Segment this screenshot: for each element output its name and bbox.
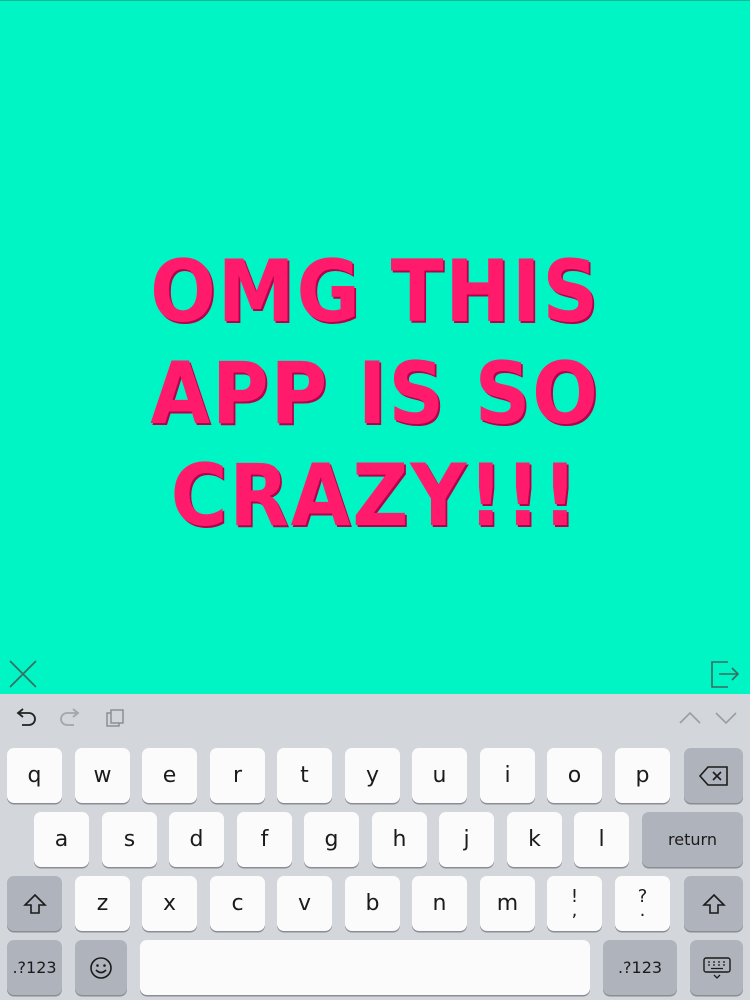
redo-icon[interactable] — [58, 708, 82, 728]
chevron-down-icon[interactable] — [714, 708, 738, 728]
key-period-bottom: . — [639, 899, 646, 921]
export-icon[interactable] — [710, 658, 740, 690]
key-z[interactable]: z — [75, 876, 130, 931]
keyboard-toolbar — [0, 694, 750, 740]
key-y[interactable]: y — [345, 748, 400, 803]
key-exclaim-comma[interactable]: !, — [547, 876, 602, 931]
key-p[interactable]: p — [615, 748, 670, 803]
key-d[interactable]: d — [169, 812, 224, 867]
hide-keyboard-key[interactable] — [690, 940, 743, 995]
shift-key-left[interactable] — [7, 876, 62, 931]
key-w[interactable]: w — [75, 748, 130, 803]
shift-key-right[interactable] — [684, 876, 743, 931]
key-n[interactable]: n — [412, 876, 467, 931]
key-x[interactable]: x — [142, 876, 197, 931]
keyboard: q w e r t y u i o p a s d f g h j k l re… — [0, 694, 750, 1000]
key-k[interactable]: k — [507, 812, 562, 867]
key-v[interactable]: v — [277, 876, 332, 931]
space-bar[interactable] — [140, 940, 590, 995]
key-m[interactable]: m — [480, 876, 535, 931]
key-t[interactable]: t — [277, 748, 332, 803]
key-b[interactable]: b — [345, 876, 400, 931]
key-r[interactable]: r — [210, 748, 265, 803]
editor-canvas[interactable]: OMG THIS APP IS SO CRAZY!!! — [0, 0, 750, 695]
backspace-icon — [698, 765, 728, 786]
key-h[interactable]: h — [372, 812, 427, 867]
key-o[interactable]: o — [547, 748, 602, 803]
key-u[interactable]: u — [412, 748, 467, 803]
keyboard-icon — [702, 956, 731, 979]
key-l[interactable]: l — [574, 812, 629, 867]
key-question-period[interactable]: ?. — [615, 876, 670, 931]
emoji-icon — [90, 956, 112, 979]
key-j[interactable]: j — [439, 812, 494, 867]
shift-icon — [22, 893, 47, 914]
numbers-key-right[interactable]: .?123 — [603, 940, 677, 995]
return-key[interactable]: return — [642, 812, 743, 867]
key-g[interactable]: g — [304, 812, 359, 867]
key-q[interactable]: q — [7, 748, 62, 803]
close-icon[interactable] — [8, 659, 38, 689]
headline-text[interactable]: OMG THIS APP IS SO CRAZY!!! — [65, 241, 686, 547]
key-a[interactable]: a — [34, 812, 89, 867]
key-s[interactable]: s — [102, 812, 157, 867]
shift-icon — [701, 893, 726, 914]
key-i[interactable]: i — [480, 748, 535, 803]
numbers-key-left[interactable]: .?123 — [7, 940, 62, 995]
key-comma-bottom: , — [571, 899, 578, 921]
undo-icon[interactable] — [14, 708, 38, 728]
key-c[interactable]: c — [210, 876, 265, 931]
paste-icon[interactable] — [104, 708, 128, 728]
emoji-key[interactable] — [75, 940, 127, 995]
key-f[interactable]: f — [237, 812, 292, 867]
chevron-up-icon[interactable] — [678, 708, 702, 728]
backspace-key[interactable] — [684, 748, 743, 803]
key-e[interactable]: e — [142, 748, 197, 803]
